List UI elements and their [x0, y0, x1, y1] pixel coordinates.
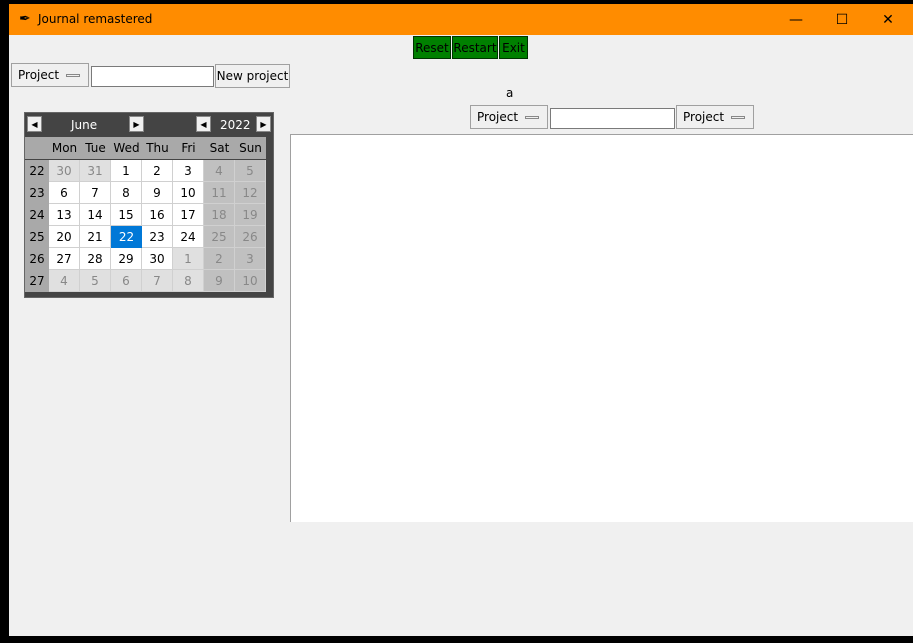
title-bar[interactable]: ✒ Journal remastered — ☐ ✕ — [9, 4, 913, 35]
feather-icon: ✒ — [19, 11, 31, 27]
project-menu-label: Project — [18, 68, 60, 82]
calendar-day[interactable]: 1 — [111, 160, 142, 182]
calendar-day[interactable]: 31 — [80, 160, 111, 182]
new-project-button[interactable]: New project — [215, 64, 290, 88]
app-window: ✒ Journal remastered — ☐ ✕ Reset Restart… — [0, 0, 913, 643]
calendar-day[interactable]: 8 — [173, 270, 204, 292]
calendar-day[interactable]: 6 — [49, 182, 80, 204]
project-menu-label: Project — [683, 110, 725, 124]
calendar-day[interactable]: 26 — [235, 226, 266, 248]
calendar-day-name: Wed — [111, 137, 142, 159]
calendar-day[interactable]: 5 — [235, 160, 266, 182]
close-icon: ✕ — [882, 11, 894, 28]
calendar-day[interactable]: 16 — [142, 204, 173, 226]
calendar-day[interactable]: 24 — [173, 226, 204, 248]
calendar-day[interactable]: 10 — [235, 270, 266, 292]
right-entry-input[interactable] — [550, 108, 675, 129]
calendar-day[interactable]: 29 — [111, 248, 142, 270]
calendar-day-name: Tue — [80, 137, 111, 159]
calendar-week-number: 27 — [25, 270, 49, 292]
calendar-day[interactable]: 28 — [80, 248, 111, 270]
reset-button[interactable]: Reset — [413, 36, 451, 59]
calendar-day[interactable]: 2 — [142, 160, 173, 182]
calendar-day-name: Mon — [49, 137, 80, 159]
calendar-week-number: 25 — [25, 226, 49, 248]
calendar-day[interactable]: 18 — [204, 204, 235, 226]
calendar-day[interactable]: 11 — [204, 182, 235, 204]
left-arrow-icon: ◀ — [200, 119, 207, 129]
calendar-day[interactable]: 14 — [80, 204, 111, 226]
next-month-button[interactable]: ▶ — [129, 116, 144, 132]
calendar-day[interactable]: 30 — [49, 160, 80, 182]
prev-year-button[interactable]: ◀ — [196, 116, 211, 132]
calendar-day[interactable]: 3 — [173, 160, 204, 182]
info-label: a — [506, 86, 514, 100]
calendar-week-number: 26 — [25, 248, 49, 270]
window-title: Journal remastered — [38, 12, 153, 26]
right-arrow-icon: ▶ — [133, 119, 140, 129]
right-arrow-icon: ▶ — [260, 119, 267, 129]
calendar-week-number: 22 — [25, 160, 49, 182]
calendar-day-name: Fri — [173, 137, 204, 159]
calendar-day[interactable]: 13 — [49, 204, 80, 226]
calendar-day[interactable]: 30 — [142, 248, 173, 270]
calendar-corner — [25, 137, 49, 159]
minimize-button[interactable]: — — [773, 4, 819, 35]
calendar-day[interactable]: 1 — [173, 248, 204, 270]
calendar-day[interactable]: 5 — [80, 270, 111, 292]
project-menu-label: Project — [477, 110, 519, 124]
menu-indicator-icon — [731, 116, 745, 119]
calendar-month: June — [71, 118, 98, 132]
calendar-day-name: Thu — [142, 137, 173, 159]
project-menu-left[interactable]: Project — [11, 63, 89, 87]
window-frame-left — [0, 0, 9, 643]
journal-text-area[interactable] — [290, 134, 913, 522]
calendar-day[interactable]: 6 — [111, 270, 142, 292]
menu-indicator-icon — [66, 74, 80, 77]
calendar-day[interactable]: 7 — [142, 270, 173, 292]
window-frame-bottom — [0, 636, 913, 643]
calendar-year: 2022 — [220, 118, 251, 132]
calendar-day[interactable]: 7 — [80, 182, 111, 204]
calendar-day[interactable]: 25 — [204, 226, 235, 248]
next-year-button[interactable]: ▶ — [256, 116, 271, 132]
calendar-day[interactable]: 23 — [142, 226, 173, 248]
calendar-day[interactable]: 9 — [142, 182, 173, 204]
calendar-day[interactable]: 12 — [235, 182, 266, 204]
menu-indicator-icon — [525, 116, 539, 119]
calendar-day[interactable]: 3 — [235, 248, 266, 270]
prev-month-button[interactable]: ◀ — [27, 116, 42, 132]
main-content: Reset Restart Exit Project New project ◀… — [9, 35, 913, 636]
calendar-day[interactable]: 9 — [204, 270, 235, 292]
restart-button[interactable]: Restart — [452, 36, 498, 59]
calendar-day[interactable]: 4 — [49, 270, 80, 292]
calendar-day[interactable]: 21 — [80, 226, 111, 248]
exit-button[interactable]: Exit — [499, 36, 528, 59]
calendar-day-selected[interactable]: 22 — [111, 226, 142, 248]
project-menu-right-2[interactable]: Project — [676, 105, 754, 129]
project-name-input[interactable] — [91, 66, 214, 87]
project-menu-right-1[interactable]: Project — [470, 105, 548, 129]
calendar-widget: ◀ June ▶ ◀ 2022 ▶ Mon Tue Wed Thu Fri Sat Sun 2… — [24, 112, 274, 298]
calendar-day-name: Sat — [204, 137, 235, 159]
calendar-day[interactable]: 4 — [204, 160, 235, 182]
maximize-button[interactable]: ☐ — [819, 4, 865, 35]
calendar-day[interactable]: 10 — [173, 182, 204, 204]
minimize-icon: — — [789, 11, 803, 28]
calendar-day[interactable]: 20 — [49, 226, 80, 248]
calendar-day[interactable]: 19 — [235, 204, 266, 226]
calendar-day[interactable]: 2 — [204, 248, 235, 270]
calendar-day[interactable]: 17 — [173, 204, 204, 226]
calendar-day-name: Sun — [235, 137, 266, 159]
calendar-day[interactable]: 27 — [49, 248, 80, 270]
close-button[interactable]: ✕ — [865, 4, 911, 35]
calendar-day[interactable]: 15 — [111, 204, 142, 226]
calendar-week-number: 24 — [25, 204, 49, 226]
calendar-day[interactable]: 8 — [111, 182, 142, 204]
calendar-header: ◀ June ▶ ◀ 2022 ▶ — [25, 113, 273, 137]
calendar-week-number: 23 — [25, 182, 49, 204]
maximize-icon: ☐ — [835, 11, 849, 28]
left-arrow-icon: ◀ — [31, 119, 38, 129]
